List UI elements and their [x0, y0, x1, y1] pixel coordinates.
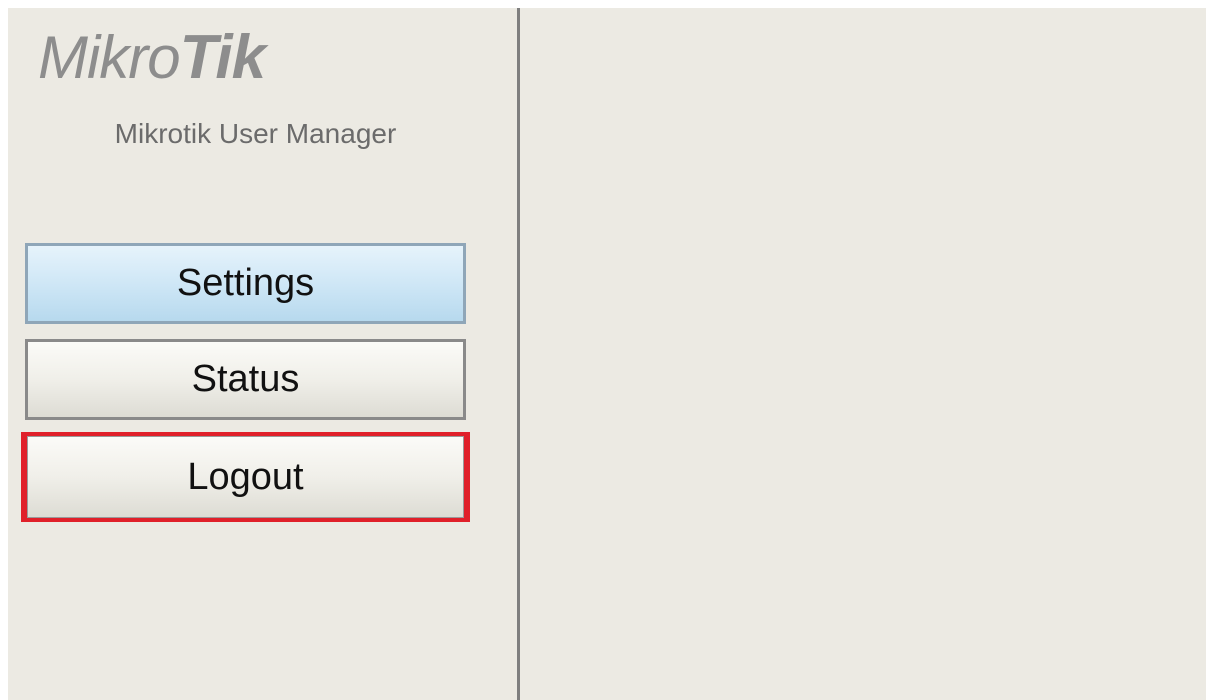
app-subtitle: Mikrotik User Manager [114, 118, 397, 149]
mikrotik-logo: MikroTik [38, 22, 458, 92]
logout-button[interactable]: Logout [27, 436, 464, 518]
app-frame: MikroTik Mikrotik User Manager Settings … [8, 8, 1206, 700]
logout-button-label: Logout [187, 455, 304, 498]
settings-button-label: Settings [176, 262, 315, 304]
status-button[interactable]: Status [25, 339, 466, 420]
content-area [520, 8, 1206, 700]
logo-text-light: Mikro [38, 24, 181, 91]
sidebar: MikroTik Mikrotik User Manager Settings … [8, 8, 517, 700]
logo-text-bold: Tik [179, 23, 266, 92]
status-button-label: Status [191, 358, 300, 400]
settings-button[interactable]: Settings [25, 243, 466, 324]
